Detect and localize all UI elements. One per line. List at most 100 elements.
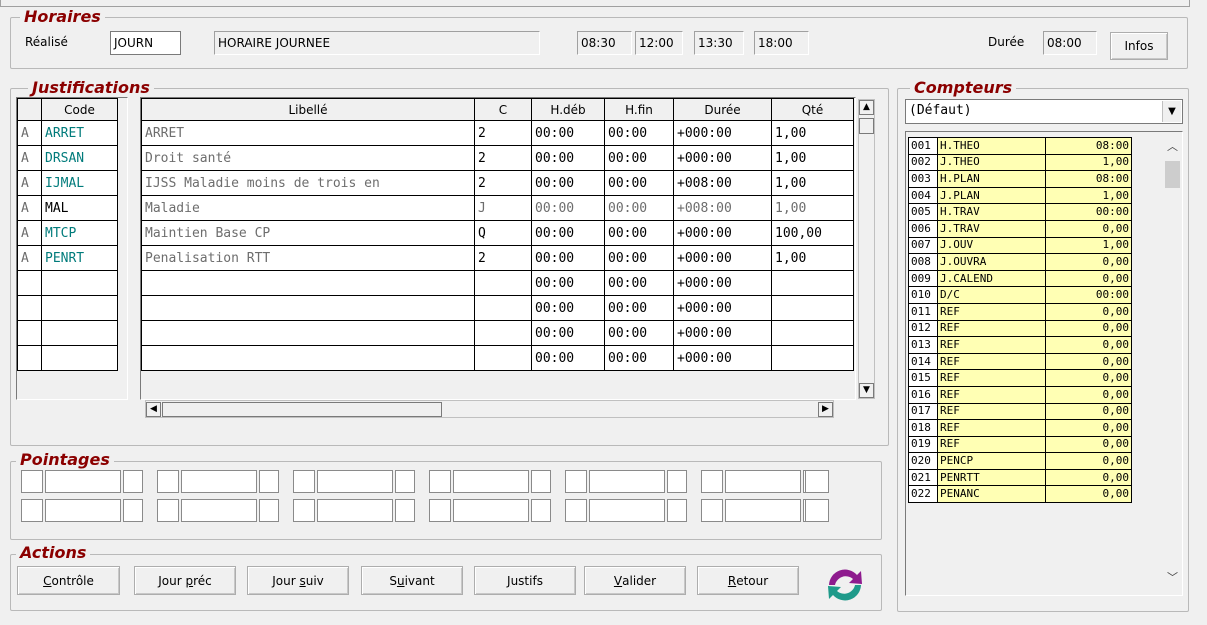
list-item[interactable]: 017 REF 0,00 [908,402,1132,421]
table-row[interactable]: 00:00 00:00 +000:00 [141,320,854,346]
jour-suiv-button[interactable]: Jour s uiv [247,566,349,595]
pointage-field[interactable] [259,470,279,493]
hfin-cell[interactable]: 00:00 [604,320,674,346]
hfin-cell[interactable]: 00:00 [604,295,674,321]
h-scroll-thumb[interactable] [162,402,442,417]
scroll-down-icon[interactable]: ▼ [859,383,874,398]
controle-button[interactable]: Contrôle [17,566,120,595]
hdeb-cell[interactable]: 00:00 [531,145,605,171]
pointage-field[interactable] [21,499,43,522]
pointage-field[interactable] [123,499,143,522]
flag-cell[interactable] [17,270,42,296]
code-row[interactable] [17,345,125,371]
compteurs-scrollbar[interactable]: ︿ ﹀ [1164,134,1181,593]
qte-cell[interactable] [771,345,854,371]
qte-cell[interactable] [771,270,854,296]
c-cell[interactable]: 2 [474,170,532,196]
suivant-button[interactable]: Su ivant [361,566,463,595]
pointage-field[interactable] [565,470,587,493]
pointage-field[interactable] [317,499,393,522]
pointage-field[interactable] [701,499,723,522]
code-cell[interactable] [41,270,118,296]
code-row[interactable]: A PENRT [17,245,125,271]
list-item[interactable]: 020 PENCP 0,00 [908,452,1132,470]
chevron-down-icon[interactable]: ▼ [1162,101,1181,122]
pointage-field[interactable] [531,499,551,522]
qte-cell[interactable]: 1,00 [771,145,854,171]
list-item[interactable]: 013 REF 0,00 [908,336,1132,354]
libelle-cell[interactable]: Maladie [141,195,475,221]
list-item[interactable]: 007 J.OUV 1,00 [908,236,1132,255]
flag-cell[interactable]: A [17,120,42,146]
c-cell[interactable]: 2 [474,145,532,171]
flag-cell[interactable] [17,295,42,321]
code-row[interactable]: A MAL [17,195,125,221]
table-row[interactable]: 00:00 00:00 +000:00 [141,270,854,296]
list-item[interactable]: 001 H.THEO 08:00 [908,137,1132,155]
pointage-field[interactable] [45,470,121,493]
compteurs-select[interactable]: (Défaut) ▼ [905,99,1183,124]
pointage-field[interactable] [805,470,829,493]
qte-cell[interactable]: 1,00 [771,120,854,146]
hdeb-cell[interactable]: 00:00 [531,270,605,296]
hdeb-cell[interactable]: 00:00 [531,345,605,371]
justif-horizontal-scrollbar[interactable]: ◀ ▶ [145,400,834,418]
duree-cell[interactable]: +000:00 [673,270,772,296]
code-cell[interactable] [41,345,118,371]
table-row[interactable]: Maintien Base CP Q 00:00 00:00 +000:00 100,00 [141,220,854,246]
table-row[interactable]: 00:00 00:00 +000:00 [141,345,854,371]
flag-cell[interactable]: A [17,245,42,271]
justifs-button[interactable]: Justifs [474,566,576,595]
duree-cell[interactable]: +000:00 [673,245,772,271]
qte-cell[interactable]: 100,00 [771,220,854,246]
hdeb-cell[interactable]: 00:00 [531,120,605,146]
pointage-field[interactable] [565,499,587,522]
duree-cell[interactable]: +000:00 [673,220,772,246]
c-cell[interactable] [474,320,532,346]
code-cell[interactable]: IJMAL [41,170,118,196]
flag-cell[interactable]: A [17,220,42,246]
code-cell[interactable] [41,295,118,321]
hfin-cell[interactable]: 00:00 [604,270,674,296]
qte-cell[interactable] [771,320,854,346]
hdeb-cell[interactable]: 00:00 [531,295,605,321]
hdeb-cell[interactable]: 00:00 [531,245,605,271]
pointage-field[interactable] [181,499,257,522]
code-cell[interactable]: ARRET [41,120,118,146]
qte-cell[interactable]: 1,00 [771,195,854,221]
libelle-cell[interactable]: Penalisation RTT [141,245,475,271]
code-row[interactable] [17,270,125,296]
hdeb-cell[interactable]: 00:00 [531,220,605,246]
pointage-field[interactable] [157,499,179,522]
list-item[interactable]: 015 REF 0,00 [908,369,1132,387]
flag-cell[interactable]: A [17,145,42,171]
libelle-cell[interactable]: ARRET [141,120,475,146]
list-item[interactable]: 009 J.CALEND 0,00 [908,269,1132,288]
pointage-field[interactable] [453,470,529,493]
duree-cell[interactable]: +008:00 [673,195,772,221]
code-cell[interactable] [41,320,118,346]
code-cell[interactable]: PENRT [41,245,118,271]
pointage-field[interactable] [45,499,121,522]
hfin-cell[interactable]: 00:00 [604,245,674,271]
hdeb-cell[interactable]: 00:00 [531,320,605,346]
libelle-cell[interactable]: Maintien Base CP [141,220,475,246]
realise-code-input[interactable]: JOURN [110,31,181,55]
chevron-up-icon[interactable]: ︿ [1164,138,1181,154]
code-row[interactable]: A IJMAL [17,170,125,196]
pointage-field[interactable] [259,499,279,522]
pointage-field[interactable] [429,470,451,493]
libelle-cell[interactable]: Droit santé [141,145,475,171]
code-row[interactable]: A MTCP [17,220,125,246]
hfin-cell[interactable]: 00:00 [604,220,674,246]
list-item[interactable]: 002 J.THEO 1,00 [908,153,1132,172]
c-cell[interactable]: Q [474,220,532,246]
code-row[interactable] [17,295,125,321]
flag-cell[interactable] [17,320,42,346]
c-cell[interactable]: J [474,195,532,221]
c-cell[interactable] [474,270,532,296]
pointage-field[interactable] [21,470,43,493]
duree-cell[interactable]: +000:00 [673,145,772,171]
qte-cell[interactable] [771,295,854,321]
list-item[interactable]: 018 REF 0,00 [908,419,1132,437]
